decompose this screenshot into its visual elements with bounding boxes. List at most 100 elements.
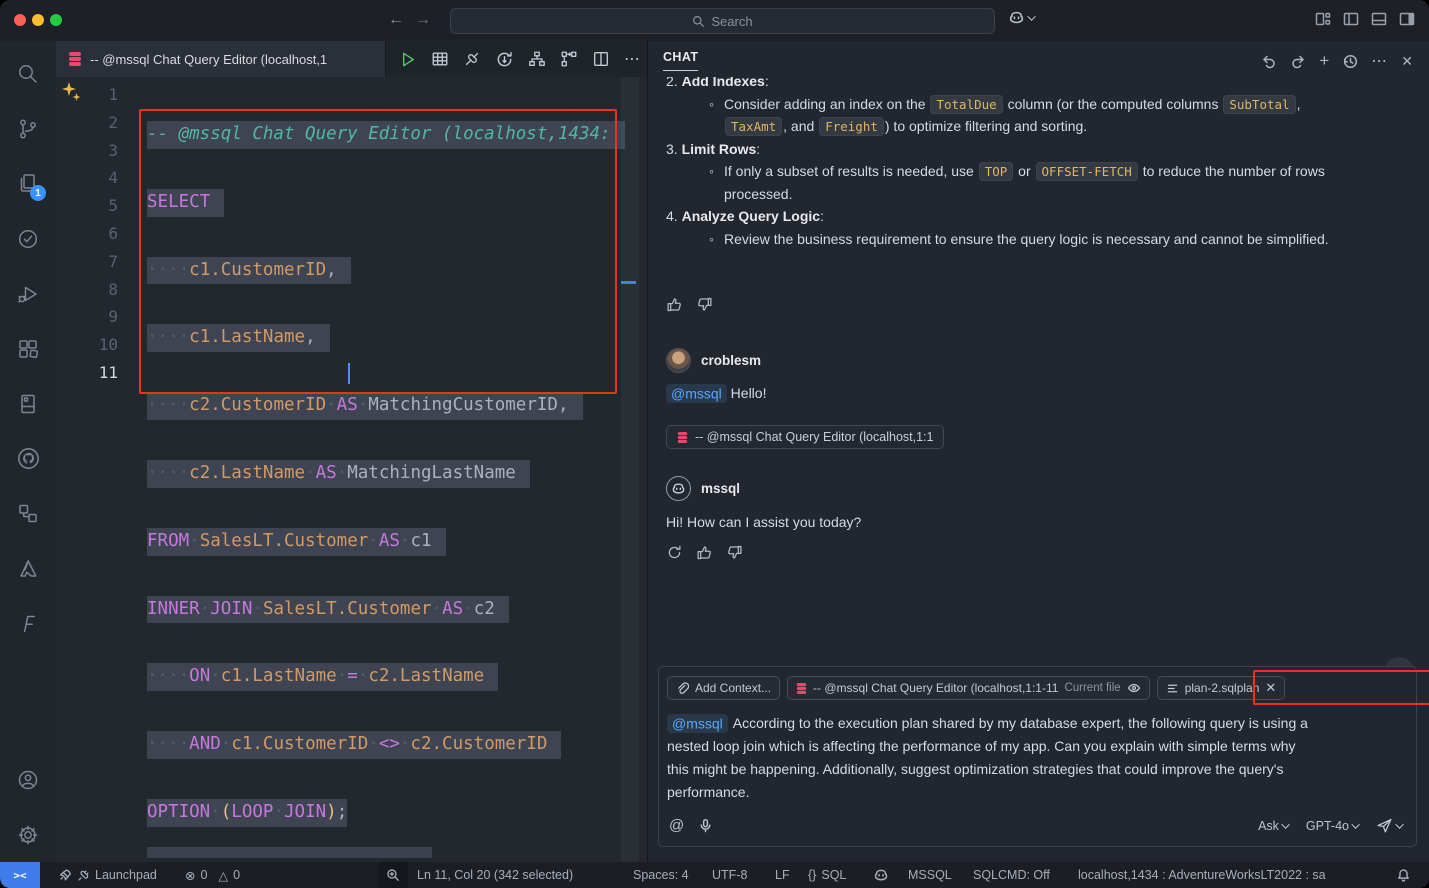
problems-item[interactable]: ⊗0 △0: [185, 862, 240, 888]
back-arrow-icon[interactable]: ←: [388, 9, 404, 31]
maximize-window-button[interactable]: [50, 14, 62, 26]
code-line-3[interactable]: ····c1.CustomerID,: [147, 257, 625, 285]
sidebar-item-github[interactable]: [0, 431, 56, 486]
sidebar-item-mssql[interactable]: [0, 376, 56, 431]
mode-selector[interactable]: Ask: [1258, 819, 1290, 833]
mention-button[interactable]: @: [669, 817, 684, 834]
estimated-plan-icon[interactable]: [528, 50, 546, 68]
list-item: If only a subset of results is needed, u…: [666, 160, 1416, 183]
scrollbar-cursor-marker: [621, 281, 636, 284]
thumbs-up-icon[interactable]: [666, 296, 683, 313]
thumbs-down-icon[interactable]: [726, 544, 743, 561]
sidebar-item-account[interactable]: [0, 752, 56, 807]
disconnect-plug-icon[interactable]: [463, 50, 481, 68]
mssql-status-item[interactable]: MSSQL: [908, 862, 952, 888]
code-line-2[interactable]: SELECT: [147, 189, 625, 217]
sidebar-item-source-control[interactable]: [0, 101, 56, 156]
horizontal-scrollbar[interactable]: [147, 847, 432, 858]
thumbs-up-icon[interactable]: [696, 544, 713, 561]
sidebar-item-search[interactable]: [0, 46, 56, 101]
undo-icon[interactable]: [1261, 53, 1277, 69]
plan-chip-label: plan-2.sqlplan: [1185, 681, 1260, 695]
split-editor-icon[interactable]: [592, 50, 610, 68]
encoding-item[interactable]: UTF-8: [712, 862, 747, 888]
code-line-10[interactable]: ····AND·c1.CustomerID·<>·c2.CustomerID: [147, 731, 625, 759]
code-line-8[interactable]: INNER·JOIN·SalesLT.Customer·AS·c2: [147, 596, 625, 624]
errors-count: 0: [200, 868, 207, 882]
chat-tab[interactable]: CHAT: [663, 50, 698, 71]
toggle-primary-sidebar-icon[interactable]: [1343, 11, 1359, 27]
cursor-position-item[interactable]: Ln 11, Col 20 (342 selected): [417, 862, 573, 888]
code-line-6[interactable]: ····c2.LastName·AS·MatchingLastName: [147, 460, 625, 488]
command-search-box[interactable]: Search: [450, 8, 995, 34]
attached-file-chip[interactable]: -- @mssql Chat Query Editor (localhost,1…: [666, 425, 944, 449]
tab-mssql-chat-query-editor[interactable]: -- @mssql Chat Query Editor (localhost,1: [56, 41, 386, 77]
code-line-5[interactable]: ····c2.CustomerID·AS·MatchingCustomerID,: [147, 392, 625, 420]
code-line-7[interactable]: FROM·SalesLT.Customer·AS·c1: [147, 528, 625, 556]
close-window-button[interactable]: [14, 14, 26, 26]
chat-header-actions: + ⋯ ✕: [1261, 51, 1413, 71]
sidebar-item-explorer[interactable]: 1: [0, 156, 56, 211]
code-line-4[interactable]: ····c1.LastName,: [147, 324, 625, 352]
code-line-1[interactable]: -- @mssql Chat Query Editor (localhost,1…: [147, 121, 625, 149]
sidebar-item-run-debug[interactable]: [0, 266, 56, 321]
language-item[interactable]: {} SQL: [808, 862, 846, 888]
database-icon: [796, 682, 807, 695]
remote-indicator[interactable]: ><: [0, 862, 40, 888]
launchpad-item[interactable]: Launchpad: [58, 862, 157, 888]
vertical-scrollbar[interactable]: [621, 77, 639, 862]
run-query-icon[interactable]: [398, 50, 417, 69]
indentation-item[interactable]: Spaces: 4: [633, 862, 689, 888]
add-context-button[interactable]: Add Context...: [667, 676, 780, 700]
sidebar-item-testing[interactable]: [0, 211, 56, 266]
copilot-sparkle-icon[interactable]: [60, 81, 82, 108]
chat-input-message[interactable]: @mssqlAccording to the execution plan sh…: [667, 712, 1412, 804]
history-icon[interactable]: [1342, 53, 1358, 69]
notifications-item[interactable]: [1396, 862, 1411, 888]
mention-chip[interactable]: @mssql: [666, 384, 727, 403]
eol-item[interactable]: LF: [775, 862, 790, 888]
plan-list-icon: [1166, 682, 1179, 695]
customize-layout-icon[interactable]: [1315, 11, 1331, 27]
warnings-icon: △: [218, 868, 228, 883]
more-actions-icon[interactable]: ⋯: [1371, 51, 1388, 71]
code-line-9[interactable]: ····ON·c1.LastName·=·c2.LastName: [147, 663, 625, 691]
toggle-secondary-sidebar-icon[interactable]: [1399, 11, 1415, 27]
minimize-window-button[interactable]: [32, 14, 44, 26]
zoom-indicator[interactable]: [378, 862, 408, 888]
code-editor[interactable]: 1 2 3 4 5 6 7 8 9 10 11 -- @mssql Chat Q…: [56, 77, 647, 862]
copilot-status-item[interactable]: [873, 862, 889, 888]
redo-icon[interactable]: [1290, 53, 1306, 69]
search-icon: [16, 62, 40, 86]
eye-icon[interactable]: [1127, 681, 1141, 695]
forward-arrow-icon[interactable]: →: [415, 9, 431, 31]
more-actions-icon[interactable]: ⋯: [624, 49, 641, 69]
chat-input-box[interactable]: Add Context... -- @mssql Chat Query Edit…: [658, 666, 1417, 847]
retry-icon[interactable]: [666, 544, 683, 561]
send-button[interactable]: [1376, 817, 1404, 834]
model-selector[interactable]: GPT-4o: [1306, 819, 1360, 833]
close-icon[interactable]: ✕: [1401, 53, 1413, 70]
remove-attachment-icon[interactable]: ✕: [1265, 680, 1276, 696]
new-chat-icon[interactable]: +: [1319, 53, 1329, 69]
thumbs-down-icon[interactable]: [696, 296, 713, 313]
connection-status-item[interactable]: localhost,1434 : AdventureWorksLT2022 : …: [1078, 862, 1326, 888]
actual-plan-icon[interactable]: [560, 50, 578, 68]
sync-connection-icon[interactable]: [495, 50, 514, 69]
current-file-chip[interactable]: -- @mssql Chat Query Editor (localhost,1…: [787, 676, 1150, 700]
microphone-icon[interactable]: [698, 818, 713, 833]
plan-file-chip[interactable]: plan-2.sqlplan ✕: [1157, 676, 1286, 700]
sidebar-item-flame[interactable]: [0, 596, 56, 651]
sqlcmd-status-item[interactable]: SQLCMD: Off: [973, 862, 1050, 888]
search-icon: [692, 15, 705, 28]
chevron-down-icon: [1027, 12, 1035, 20]
toggle-panel-icon[interactable]: [1371, 11, 1387, 27]
results-grid-icon[interactable]: [431, 50, 449, 68]
code-line-11[interactable]: OPTION·(LOOP·JOIN);: [147, 799, 625, 827]
copilot-menu-button[interactable]: [1008, 9, 1036, 26]
code-lines[interactable]: -- @mssql Chat Query Editor (localhost,1…: [147, 81, 625, 862]
sidebar-item-remote-explorer[interactable]: [0, 486, 56, 541]
sidebar-item-azure[interactable]: [0, 541, 56, 596]
sidebar-item-extensions[interactable]: [0, 321, 56, 376]
sidebar-item-settings[interactable]: [0, 807, 56, 862]
